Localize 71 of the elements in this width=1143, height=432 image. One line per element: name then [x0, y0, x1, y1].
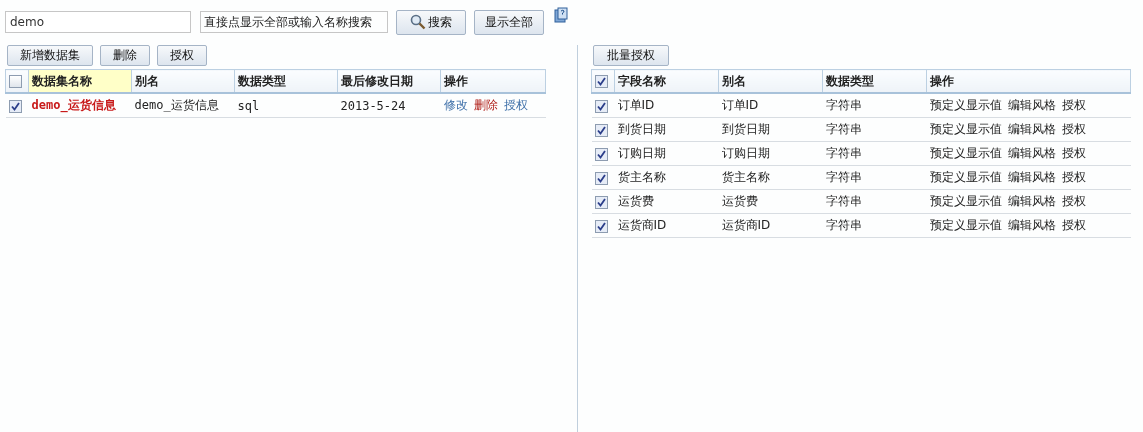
toolbar-button[interactable]: 删除	[100, 45, 150, 66]
table-cell: 订单ID	[614, 93, 719, 118]
action-link[interactable]: 预定义显示值	[929, 98, 1002, 112]
table-cell: 运货费	[614, 189, 719, 214]
action-link[interactable]: 预定义显示值	[929, 194, 1002, 208]
action-link[interactable]: 编辑风格	[1007, 170, 1056, 184]
checkbox[interactable]	[594, 195, 608, 209]
column-header[interactable]: 最后修改日期	[337, 69, 441, 93]
table-cell: 运货商ID	[614, 213, 719, 238]
checkbox[interactable]	[594, 147, 608, 161]
table-cell: 运货费	[718, 189, 823, 214]
search-field[interactable]: demo	[5, 11, 191, 33]
checkbox[interactable]	[8, 99, 22, 113]
search-hint: 直接点显示全部或输入名称搜索	[200, 11, 388, 33]
action-link[interactable]: 预定义显示值	[929, 146, 1002, 160]
table-cell: 订单ID	[718, 93, 823, 118]
column-header[interactable]: 数据类型	[234, 69, 338, 93]
table-cell: 到货日期	[614, 117, 719, 142]
column-header[interactable]: 操作	[926, 69, 1131, 93]
action-link[interactable]: 修改	[443, 98, 468, 112]
column-header[interactable]: 操作	[440, 69, 546, 93]
action-link[interactable]: 编辑风格	[1007, 146, 1056, 160]
action-link[interactable]: 预定义显示值	[929, 122, 1002, 136]
toolbar-button[interactable]: 授权	[157, 45, 207, 66]
table-cell: 到货日期	[718, 117, 823, 142]
action-link[interactable]: 授权	[503, 98, 528, 112]
checkbox[interactable]	[594, 99, 608, 113]
table-cell: 订购日期	[614, 141, 719, 166]
column-header[interactable]: 数据集名称	[28, 69, 132, 93]
action-link[interactable]: 编辑风格	[1007, 218, 1056, 232]
action-link[interactable]: 授权	[1061, 122, 1086, 136]
toolbar-button[interactable]: 新增数据集	[7, 45, 93, 66]
help-icon[interactable]	[554, 7, 568, 23]
action-link[interactable]: 编辑风格	[1007, 98, 1056, 112]
action-link[interactable]: 预定义显示值	[929, 170, 1002, 184]
table-cell: demo_运货信息	[28, 93, 132, 118]
table-cell: 运货商ID	[718, 213, 823, 238]
search-button[interactable]: 搜索	[396, 9, 466, 35]
table-cell: 字符串	[822, 93, 927, 118]
action-link[interactable]: 删除	[473, 98, 498, 112]
checkbox[interactable]	[594, 219, 608, 233]
action-link[interactable]: 授权	[1061, 218, 1086, 232]
search-icon	[410, 14, 426, 30]
column-header[interactable]: 数据类型	[822, 69, 927, 93]
checkbox[interactable]	[594, 171, 608, 185]
table-cell: 字符串	[822, 213, 927, 238]
table-cell: 货主名称	[718, 165, 823, 190]
action-link[interactable]: 授权	[1061, 194, 1086, 208]
action-link[interactable]: 预定义显示值	[929, 218, 1002, 232]
table-cell: 字符串	[822, 117, 927, 142]
action-link[interactable]: 授权	[1061, 170, 1086, 184]
action-link[interactable]: 编辑风格	[1007, 122, 1056, 136]
table-cell: 2013-5-24	[337, 93, 441, 118]
table-cell: sql	[234, 93, 338, 118]
action-link[interactable]: 编辑风格	[1007, 194, 1056, 208]
table-cell: demo_运货信息	[131, 93, 235, 118]
checkbox[interactable]	[595, 75, 608, 88]
table-cell: 字符串	[822, 165, 927, 190]
checkbox[interactable]	[594, 123, 608, 137]
action-link[interactable]: 授权	[1061, 146, 1086, 160]
table-cell: 字符串	[822, 189, 927, 214]
show-all-button[interactable]: 显示全部	[474, 9, 544, 35]
table-cell: 货主名称	[614, 165, 719, 190]
column-header[interactable]: 字段名称	[614, 69, 719, 93]
checkbox[interactable]	[9, 75, 22, 88]
table-cell: 字符串	[822, 141, 927, 166]
column-header[interactable]: 别名	[718, 69, 823, 93]
action-link[interactable]: 授权	[1061, 98, 1086, 112]
column-header[interactable]: 别名	[131, 69, 235, 93]
toolbar-button[interactable]: 批量授权	[593, 45, 669, 66]
table-cell: 订购日期	[718, 141, 823, 166]
